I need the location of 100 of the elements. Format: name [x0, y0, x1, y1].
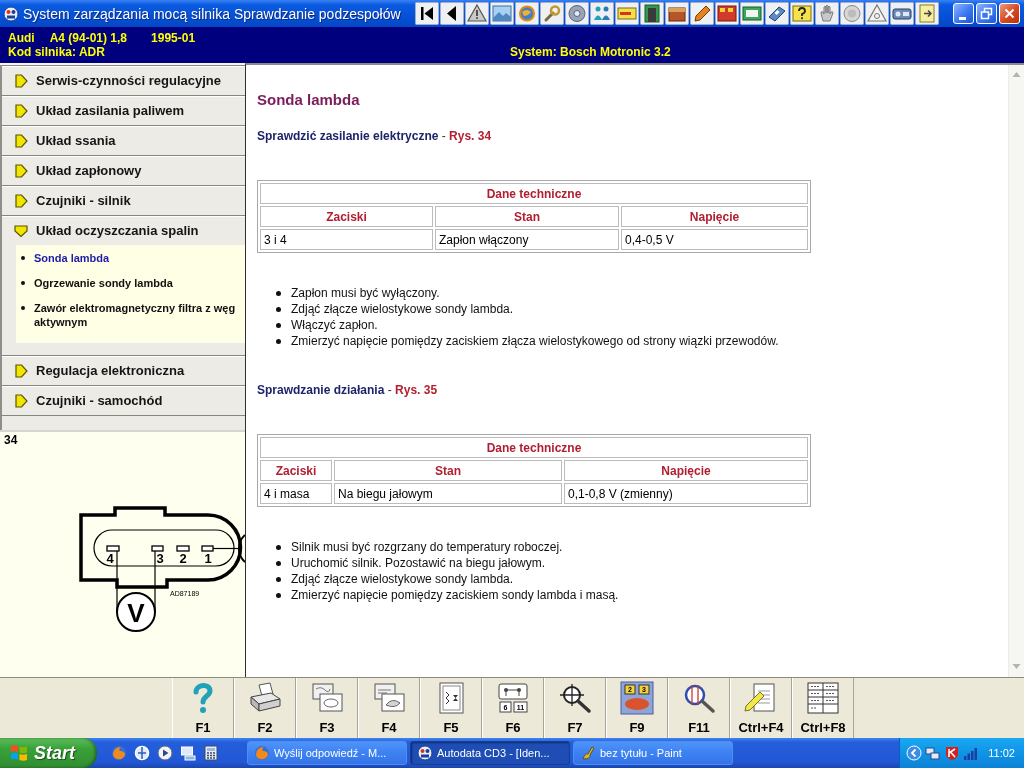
sidebar-item[interactable]: Układ oczyszczania spalin [2, 216, 245, 245]
screen-icon[interactable] [740, 2, 764, 25]
browser-icon [254, 745, 270, 761]
door-icon[interactable] [640, 2, 664, 25]
function-key-button[interactable]: F1 [172, 678, 234, 738]
magnifier-icon[interactable] [540, 2, 564, 25]
tag-icon[interactable] [765, 2, 789, 25]
sidebar-item[interactable]: Serwis-czynności regulacyjne [2, 66, 245, 95]
connector-pin [106, 545, 120, 552]
column-header: Stan [435, 206, 619, 227]
function-key-button[interactable]: F2 [234, 678, 296, 738]
people-icon[interactable] [590, 2, 614, 25]
column-header: Stan [334, 460, 562, 481]
close-icon [1003, 7, 1016, 20]
pen-icon[interactable] [690, 2, 714, 25]
table-icon [805, 681, 841, 715]
step-text: Uruchomić silnik. Pozostawić na biegu jałowym. [291, 556, 546, 570]
sidebar-item[interactable]: Regulacja elektroniczna [2, 356, 245, 385]
exit-icon[interactable] [915, 2, 939, 25]
table-cell: 4 i masa [260, 483, 332, 504]
column-header: Zaciski [260, 206, 433, 227]
signal-bars-icon[interactable] [963, 745, 980, 761]
magnifier-icon [557, 681, 593, 715]
function-key-button[interactable]: Ctrl+F4 [730, 678, 792, 738]
back-icon[interactable] [440, 2, 464, 25]
table-cell: 3 i 4 [260, 229, 433, 250]
bullet-icon [276, 544, 281, 550]
page-title: Sonda lambda [257, 91, 360, 109]
paint-brush-icon [580, 745, 596, 761]
step-text: Zmierzyć napięcie pomiędzy zaciskiem sondy lambda i masą. [291, 588, 619, 602]
chevron-icon[interactable] [906, 745, 923, 761]
taskbar-button[interactable]: Autodata CD3 - [Iden... [410, 741, 570, 765]
step-text: Zapłon musi być wyłączony. [291, 286, 440, 300]
triangle-sign-icon[interactable] [865, 2, 889, 25]
system-name: System: Bosch Motronic 3.2 [510, 45, 672, 59]
taskbar-button[interactable]: bez tytułu - Paint [573, 741, 733, 765]
bullet-icon [276, 338, 281, 344]
submenu-link[interactable]: Zawór elektromagnetyczny filtra z węg aktywnym [34, 301, 245, 329]
function-key-button[interactable]: F3 [296, 678, 358, 738]
disc-icon[interactable] [565, 2, 589, 25]
globe-icon[interactable] [515, 2, 539, 25]
plug-outline [237, 534, 245, 563]
monitor-icon[interactable] [180, 745, 196, 761]
sidebar-item[interactable]: Układ zasilania paliwem [2, 96, 245, 125]
restore-button[interactable] [976, 3, 997, 24]
pin-label: 1 [204, 551, 212, 566]
cross-circle-icon[interactable] [134, 745, 150, 761]
step-text: Silnik musi być rozgrzany do temperatury roboczej. [291, 540, 563, 554]
table-cell: Zapłon włączony [435, 229, 619, 250]
play-icon[interactable] [157, 745, 173, 761]
step-text: Zdjąć złącze wielostykowe sondy lambda. [291, 572, 514, 586]
meter-icon[interactable] [615, 2, 639, 25]
device-icon[interactable] [890, 2, 914, 25]
circuit-board-icon [498, 683, 528, 713]
dial-icon[interactable] [840, 2, 864, 25]
submenu-link[interactable]: Sonda lambda [34, 251, 245, 265]
warning-icon[interactable] [465, 2, 489, 25]
section-heading: Sprawdzanie działania - Rys. 35 [257, 383, 438, 398]
function-key-button[interactable]: Ctrl+F8 [792, 678, 854, 738]
voltmeter-label: V [127, 597, 145, 628]
figure-link[interactable]: Rys. 35 [395, 383, 438, 397]
figure-number: 34 [4, 434, 18, 446]
connector-pin [201, 545, 214, 552]
close-button[interactable] [999, 3, 1020, 24]
minimize-button[interactable] [953, 3, 974, 24]
bullet-icon [21, 256, 25, 260]
function-key-button[interactable]: F5 [420, 678, 482, 738]
skip-back-icon[interactable] [415, 2, 439, 25]
shield-icon[interactable] [944, 745, 961, 761]
panel-icon[interactable] [715, 2, 739, 25]
submenu-link[interactable]: Ogrzewanie sondy lambda [34, 276, 245, 290]
bullet-icon [276, 290, 281, 296]
bullet-icon [276, 576, 281, 582]
function-key-button[interactable]: F4 [358, 678, 420, 738]
network-icon[interactable] [925, 745, 942, 761]
step-text: Zmierzyć napięcie pomiędzy zaciskiem złącza wielostykowego od strony wiązki przewodów. [291, 334, 779, 348]
calculator-icon[interactable] [203, 745, 219, 761]
figure-link[interactable]: Rys. 34 [449, 129, 492, 143]
sidebar-item[interactable]: Układ zapłonowy [2, 156, 245, 185]
table-caption: Dane techniczne [260, 183, 808, 204]
pin-label: 2 [179, 551, 187, 566]
function-key-button[interactable]: F11 [668, 678, 730, 738]
column-header: Zaciski [260, 460, 332, 481]
sidebar-item[interactable]: Czujniki - samochód [2, 386, 245, 415]
bullet-icon [21, 306, 25, 310]
vehicle-model: A4 (94-01) 1,8 [49, 31, 128, 45]
box-icon[interactable] [665, 2, 689, 25]
browser-icon[interactable] [111, 745, 127, 761]
sidebar-item[interactable]: Układ ssania [2, 126, 245, 155]
step-text: Włączyć zapłon. [291, 318, 378, 332]
sidebar-item[interactable]: Czujniki - silnik [2, 186, 245, 215]
bullet-icon [276, 322, 281, 328]
picture-icon[interactable] [490, 2, 514, 25]
taskbar-button[interactable]: Wyślij odpowiedź - M... [247, 741, 407, 765]
start-button[interactable]: Start [0, 738, 97, 768]
help-icon[interactable] [790, 2, 814, 25]
column-header: Napięcie [564, 460, 808, 481]
bullet-icon [276, 560, 281, 566]
function-key-button[interactable]: F7 [544, 678, 606, 738]
step-text: Zdjąć złącze wielostykowe sondy lambda. [291, 302, 514, 316]
